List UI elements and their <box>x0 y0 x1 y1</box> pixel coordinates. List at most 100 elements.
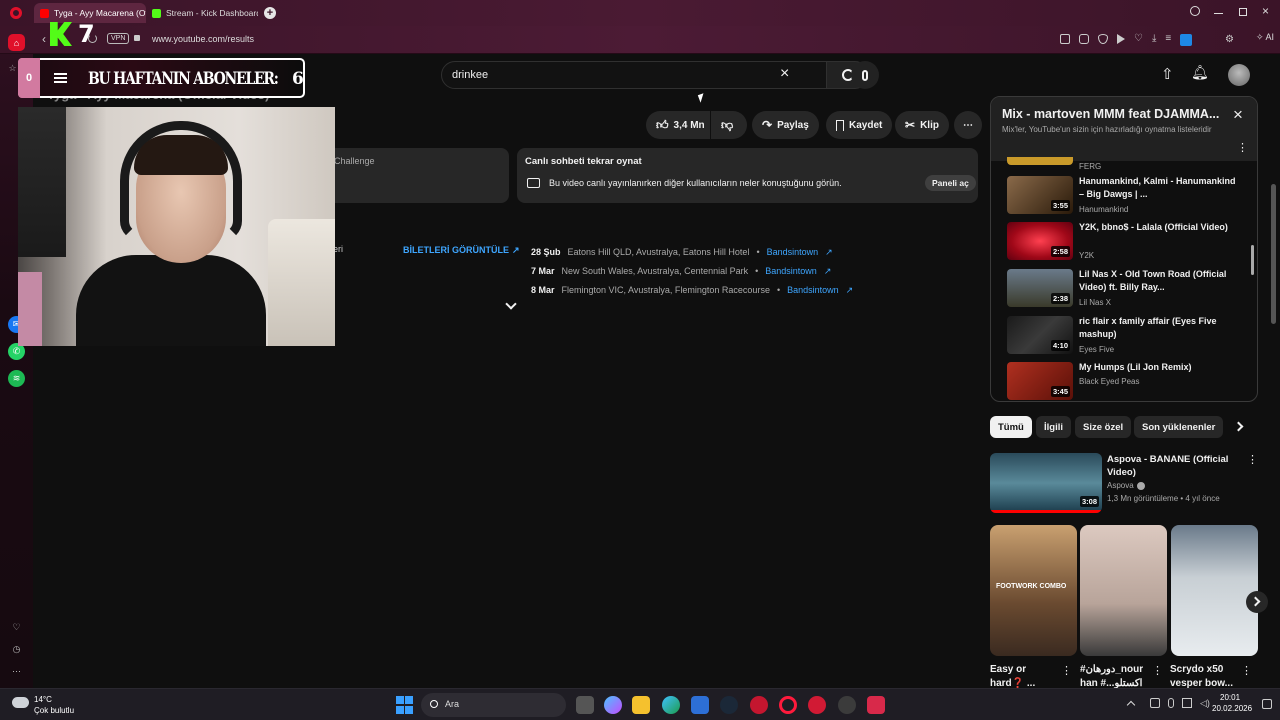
short-title[interactable]: Easy or hard❓ ... <box>990 663 1056 691</box>
tab-kick[interactable]: Stream - Kick Dashboard <box>146 3 258 23</box>
file-explorer-icon[interactable] <box>632 696 650 714</box>
microphone-tray-icon[interactable] <box>1168 698 1174 708</box>
back-icon[interactable]: ‹ <box>42 32 46 46</box>
playlist-item[interactable]: 3:45 My Humps (Lil Jon Remix) Black Eyed… <box>991 361 1257 401</box>
more-icon[interactable]: ⋯ <box>8 663 25 680</box>
playlist-item[interactable]: 4:10 ric flair x family affair (Eyes Fiv… <box>991 315 1257 361</box>
steam-icon[interactable] <box>720 696 738 714</box>
task-view-icon[interactable] <box>576 696 594 714</box>
play-icon[interactable] <box>1117 34 1125 44</box>
page-scrollbar[interactable] <box>1271 184 1276 324</box>
event-provider-link[interactable]: Bandsintown <box>765 262 817 281</box>
search-tabs-icon[interactable] <box>1190 6 1200 16</box>
search-box[interactable]: × <box>441 61 827 89</box>
event-row[interactable]: 7 Mar New South Wales, Avustralya, Cente… <box>531 262 853 281</box>
maximize-icon[interactable] <box>1239 8 1247 16</box>
expand-chevron-icon[interactable] <box>505 298 517 310</box>
upload-icon[interactable]: ⇧ <box>1161 65 1174 83</box>
short-title[interactable]: #دورهان_nour han #...اكستلو <box>1080 663 1146 691</box>
chips-next-icon[interactable] <box>1233 421 1244 432</box>
app-red-icon[interactable] <box>750 696 768 714</box>
event-provider-link[interactable]: Bandsintown <box>767 243 819 262</box>
playlist-item[interactable]: 3:55 Hanumankind, Kalmi - Hanumankind – … <box>991 175 1257 221</box>
webcam-chair <box>268 219 335 346</box>
taskbar-search[interactable]: Ara <box>421 693 566 717</box>
avatar[interactable] <box>1228 64 1250 86</box>
open-panel-button[interactable]: Paneli aç <box>925 175 976 191</box>
video-more-icon[interactable]: ⋮ <box>1247 453 1258 466</box>
recommended-video[interactable]: 3:08 Aspova - BANANE (Official Video) As… <box>990 453 1258 515</box>
playlist-scrollbar[interactable] <box>1251 245 1254 275</box>
voice-search-button[interactable] <box>851 61 879 89</box>
store-icon[interactable] <box>691 696 709 714</box>
weather-widget[interactable]: 14°C Çok bulutlu <box>12 693 92 717</box>
chip-related[interactable]: İlgili <box>1036 416 1071 438</box>
short-title[interactable]: Scrydo x50 vesper bow... <box>1170 663 1236 691</box>
shield-icon[interactable] <box>1098 34 1108 44</box>
short-thumbnail[interactable]: FOOTWORK COMBO <box>990 525 1077 656</box>
short-more-icon[interactable]: ⋮ <box>1152 664 1163 677</box>
home-icon[interactable]: ⌂ <box>8 34 25 51</box>
webcam-person-body <box>76 255 266 346</box>
playlist-more-icon[interactable]: ⋮ <box>1237 141 1248 154</box>
opera-gx-icon[interactable] <box>779 696 797 714</box>
network-icon[interactable] <box>1150 698 1160 708</box>
windows-start-icon[interactable] <box>395 696 413 714</box>
reload-icon[interactable] <box>88 34 97 43</box>
edit-icon[interactable] <box>1060 34 1070 44</box>
clock-date[interactable]: 20.02.2026 <box>1212 704 1252 713</box>
playlist-item[interactable]: 2:58 Y2K, bbno$ - Lalala (Official Video… <box>991 221 1257 267</box>
short-thumbnail[interactable] <box>1171 525 1258 656</box>
short-thumbnail[interactable] <box>1080 525 1167 656</box>
opera-logo-icon[interactable] <box>10 7 22 19</box>
chip-for-you[interactable]: Size özel <box>1075 416 1132 438</box>
menu-icon[interactable]: ≡ <box>1165 34 1171 46</box>
spotify-icon[interactable]: ≋ <box>8 370 25 387</box>
more-actions-button[interactable]: ⋯ <box>954 111 982 139</box>
ai-button[interactable]: ✧ AI <box>1256 32 1274 43</box>
app-gear-icon[interactable] <box>838 696 856 714</box>
notifications-bell-icon[interactable]: 🔔︎ <box>1191 64 1209 81</box>
minimize-icon[interactable] <box>1214 13 1223 14</box>
copilot-icon[interactable] <box>604 696 622 714</box>
favorites-heart-icon[interactable]: ♡ <box>8 619 25 636</box>
shorts-next-icon[interactable] <box>1246 591 1268 613</box>
short-more-icon[interactable]: ⋮ <box>1061 664 1072 677</box>
vpn-badge[interactable]: VPN <box>107 33 130 44</box>
like-button[interactable]: 👍︎ 3,4 Mn <box>646 111 710 139</box>
volume-icon[interactable]: ◁) <box>1200 698 1210 708</box>
notification-icon[interactable] <box>1262 699 1272 709</box>
dislike-button[interactable]: 👎︎ <box>711 111 747 139</box>
close-window-icon[interactable]: × <box>1262 4 1269 18</box>
heart-icon[interactable]: ♡ <box>1134 34 1143 46</box>
download-icon[interactable]: ⤓ <box>1152 34 1156 46</box>
url-field[interactable]: www.youtube.com/results <box>152 34 254 44</box>
app-pink-icon[interactable] <box>867 696 885 714</box>
clear-search-icon[interactable]: × <box>780 66 789 82</box>
search-input[interactable] <box>452 67 772 83</box>
clip-button[interactable]: ✂ Klip <box>895 111 949 139</box>
camera-icon[interactable] <box>1079 34 1089 44</box>
event-row[interactable]: 8 Mar Flemington VIC, Avustralya, Flemin… <box>531 281 853 300</box>
tray-chevron-icon[interactable] <box>1126 700 1136 710</box>
webcam-person-hair <box>134 135 228 175</box>
event-provider-link[interactable]: Bandsintown <box>787 281 839 300</box>
new-tab-icon[interactable]: + <box>264 7 276 19</box>
share-button[interactable]: ↷ Paylaş <box>752 111 819 139</box>
extension-blue-icon[interactable] <box>1180 34 1193 46</box>
history-icon[interactable]: ◷ <box>8 641 25 658</box>
short-more-icon[interactable]: ⋮ <box>1241 664 1252 677</box>
display-icon[interactable] <box>1182 698 1192 708</box>
edge-icon[interactable] <box>662 696 680 714</box>
close-playlist-icon[interactable]: × <box>1233 105 1243 125</box>
chip-recent[interactable]: Son yüklenenler <box>1134 416 1224 438</box>
event-row[interactable]: 28 Şub Eatons Hill QLD, Avustralya, Eato… <box>531 243 853 262</box>
chip-all[interactable]: Tümü <box>990 416 1032 438</box>
settings-icon[interactable]: ⚙ <box>1225 34 1234 45</box>
playlist-item[interactable]: 2:38 Lil Nas X - Old Town Road (Official… <box>991 268 1257 314</box>
partial-item[interactable]: FERG <box>991 157 1257 173</box>
save-button[interactable]: Kaydet <box>826 111 893 139</box>
view-tickets-button[interactable]: BİLETLERİ GÖRÜNTÜLE ↗ <box>403 245 520 256</box>
clock-time[interactable]: 20:01 <box>1220 693 1240 702</box>
app-red2-icon[interactable] <box>808 696 826 714</box>
